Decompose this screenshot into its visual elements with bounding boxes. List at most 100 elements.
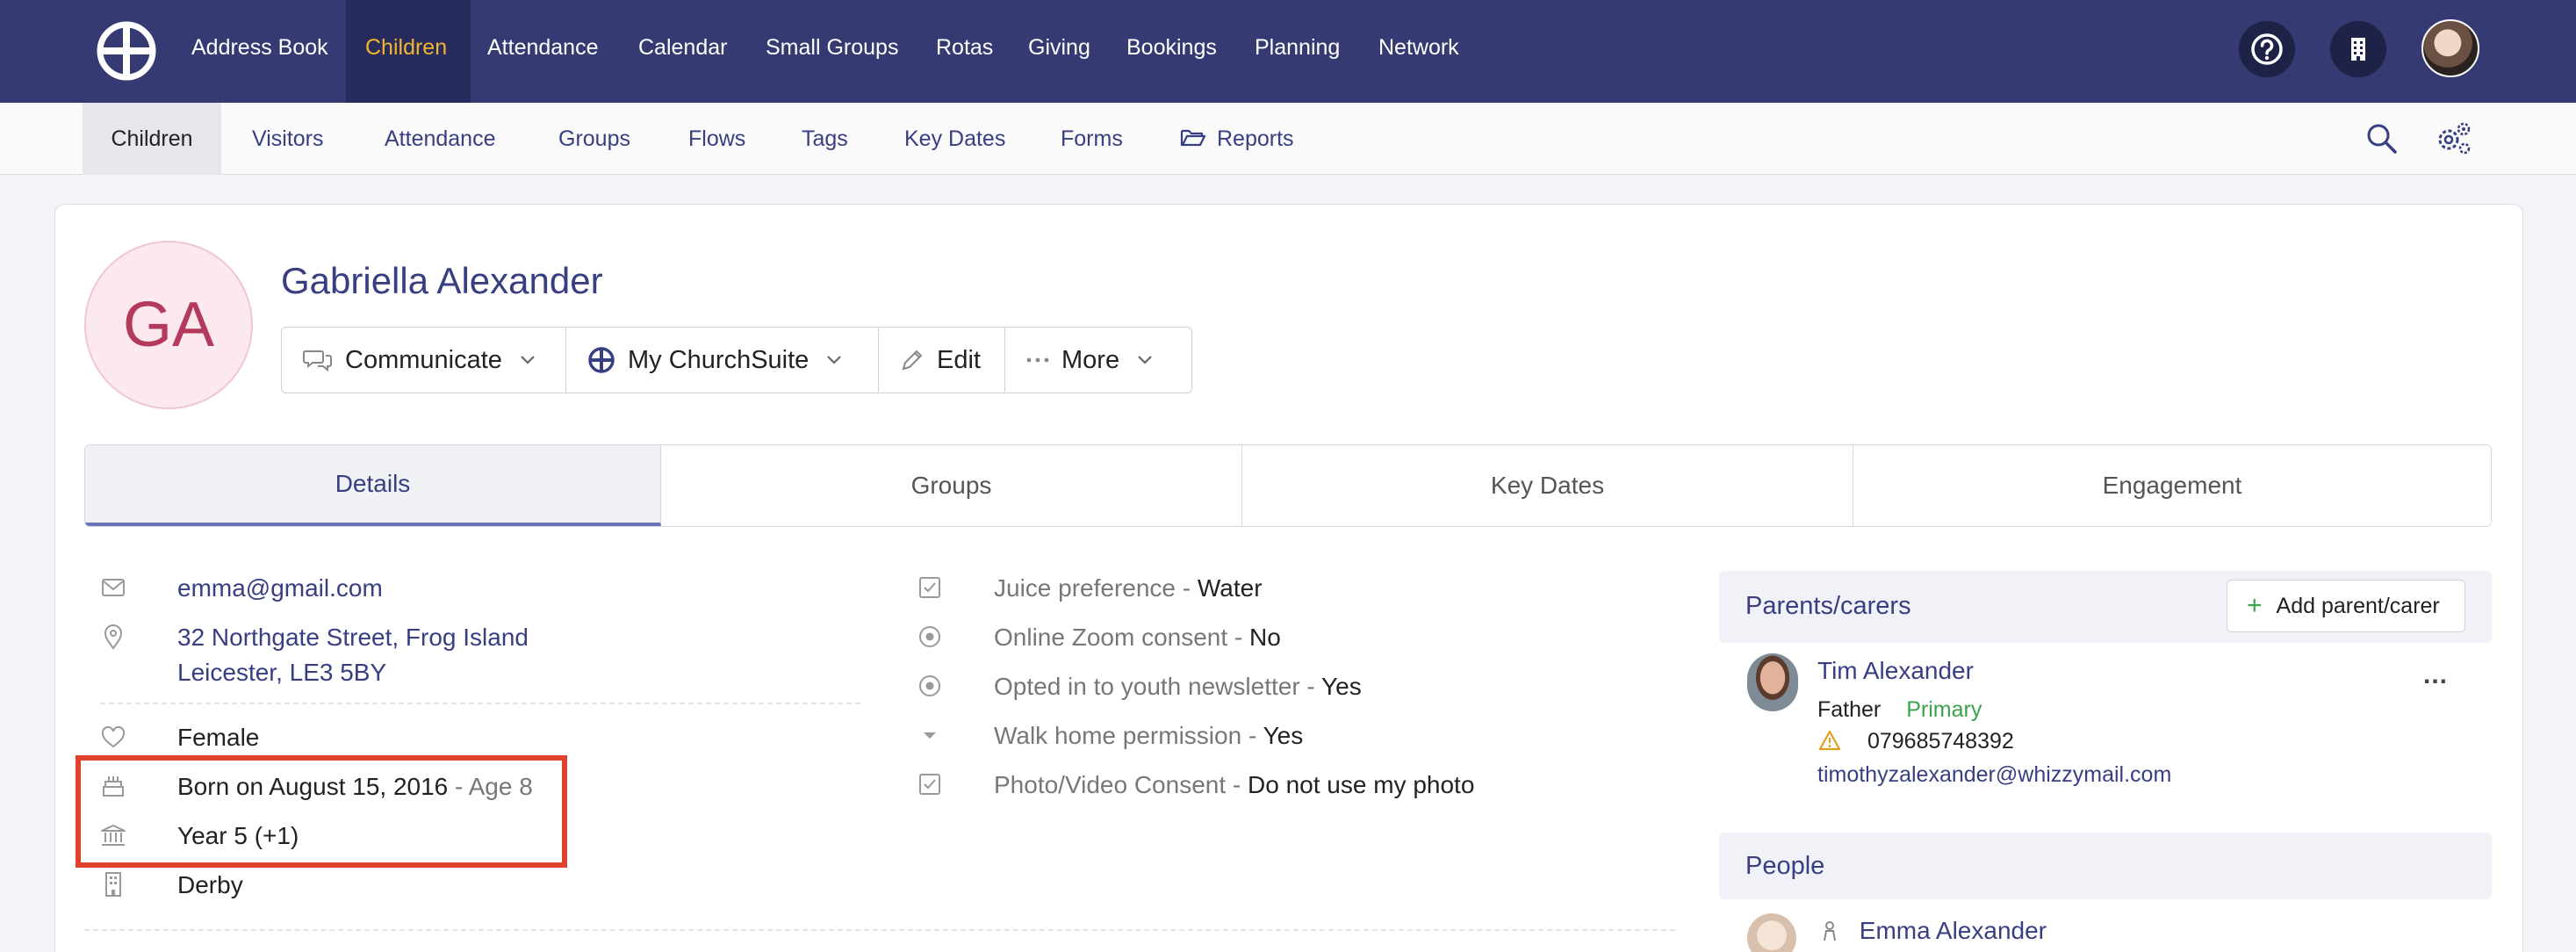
- nav-bookings[interactable]: Bookings: [1126, 0, 1217, 103]
- warning-icon: [1818, 730, 1841, 751]
- more-label: More: [1061, 345, 1120, 374]
- my-churchsuite-button[interactable]: My ChurchSuite: [566, 328, 879, 393]
- more-button[interactable]: More: [1005, 328, 1191, 393]
- field-label: Juice preference: [994, 574, 1176, 602]
- ellipsis-icon: [1026, 357, 1049, 363]
- nav-giving[interactable]: Giving: [1028, 0, 1090, 103]
- address-line-1[interactable]: 32 Northgate Street, Frog Island: [177, 622, 529, 653]
- add-parent-carer-button[interactable]: + Add parent/carer: [2227, 580, 2465, 632]
- envelope-icon: [102, 579, 125, 596]
- plus-icon: +: [2247, 591, 2263, 620]
- field-label: Walk home permission: [994, 722, 1242, 749]
- subnav-visitors[interactable]: Visitors: [252, 103, 324, 175]
- carer-more-menu[interactable]: ...: [2423, 660, 2448, 690]
- chevron-down-icon: [521, 356, 535, 364]
- subnav-forms[interactable]: Forms: [1061, 103, 1123, 175]
- nav-calendar[interactable]: Calendar: [638, 0, 727, 103]
- module-subnavigation: Children Visitors Attendance Groups Flow…: [0, 103, 2576, 175]
- carer-avatar[interactable]: [1747, 653, 1798, 711]
- sites-button[interactable]: [2330, 21, 2386, 77]
- radio-icon: [919, 626, 940, 647]
- churchsuite-logo-icon[interactable]: [97, 21, 156, 81]
- edit-label: Edit: [937, 345, 981, 374]
- user-avatar[interactable]: [2421, 19, 2479, 77]
- heart-icon: [101, 725, 126, 748]
- checkbox-icon: [919, 577, 940, 598]
- field-value: No: [1249, 624, 1281, 651]
- field-value: Water: [1197, 574, 1263, 602]
- profile-action-bar: Communicate My ChurchSuite Edit More: [281, 327, 1192, 393]
- email-link[interactable]: emma@gmail.com: [177, 573, 383, 604]
- phone-number[interactable]: 079685748392: [1867, 729, 2014, 754]
- chevron-down-icon: [827, 356, 842, 364]
- parents-carers-title: Parents/carers: [1745, 592, 1911, 620]
- person-name[interactable]: Emma Alexander: [1860, 917, 2047, 944]
- subnav-children[interactable]: Children: [83, 103, 221, 175]
- chat-bubbles-icon: [303, 350, 332, 372]
- carer-name: Tim Alexander: [1817, 657, 1974, 684]
- help-button[interactable]: [2239, 21, 2295, 77]
- field-value: Yes: [1263, 722, 1304, 749]
- nav-small-groups[interactable]: Small Groups: [766, 0, 898, 103]
- subnav-groups[interactable]: Groups: [558, 103, 630, 175]
- edit-button[interactable]: Edit: [879, 328, 1005, 393]
- nav-attendance[interactable]: Attendance: [487, 0, 599, 103]
- subnav-attendance[interactable]: Attendance: [385, 103, 496, 175]
- field-label: Opted in to youth newsletter: [994, 673, 1300, 700]
- building-icon: [2351, 38, 2365, 61]
- dropdown-caret-icon: [924, 732, 936, 739]
- communicate-label: Communicate: [345, 345, 502, 374]
- child-icon: [1824, 921, 1836, 941]
- tab-key-dates[interactable]: Key Dates: [1242, 445, 1853, 526]
- address-line-2[interactable]: Leicester, LE3 5BY: [177, 657, 386, 689]
- field-value: Do not use my photo: [1248, 771, 1475, 798]
- nav-rotas[interactable]: Rotas: [936, 0, 993, 103]
- field-label: Online Zoom consent: [994, 624, 1228, 651]
- profile-tabs: Details Groups Key Dates Engagement: [84, 444, 2492, 527]
- section-divider: [84, 929, 1675, 931]
- subnav-reports-label: Reports: [1217, 126, 1294, 151]
- carer-phone: 079685748392: [1817, 729, 2014, 754]
- primary-badge: Primary: [1906, 697, 1982, 722]
- people-title: People: [1745, 852, 1825, 880]
- chevron-down-icon: [1138, 356, 1152, 364]
- top-navigation: Address Book Children Attendance Calenda…: [0, 0, 2576, 103]
- settings-gears-icon[interactable]: [2434, 120, 2472, 157]
- my-churchsuite-label: My ChurchSuite: [628, 345, 809, 374]
- tab-engagement[interactable]: Engagement: [1853, 445, 2491, 526]
- tab-groups[interactable]: Groups: [661, 445, 1242, 526]
- nav-network[interactable]: Network: [1378, 0, 1459, 103]
- communicate-button[interactable]: Communicate: [282, 328, 566, 393]
- building-icon: [105, 872, 121, 897]
- highlight-annotation-box: [76, 755, 567, 868]
- folder-open-icon: [1180, 129, 1206, 147]
- pencil-icon: [902, 350, 923, 371]
- details-divider: [100, 703, 860, 704]
- relation-label: Father: [1817, 697, 1882, 722]
- radio-icon: [919, 675, 940, 696]
- site-value: Derby: [177, 871, 243, 898]
- field-label: Photo/Video Consent: [994, 771, 1227, 798]
- carer-relation: Father Primary: [1817, 697, 1982, 723]
- sex-value: Female: [177, 724, 260, 751]
- nav-children[interactable]: Children: [346, 0, 471, 103]
- add-parent-carer-label: Add parent/carer: [2276, 593, 2440, 618]
- nav-planning[interactable]: Planning: [1255, 0, 1340, 103]
- subnav-tags[interactable]: Tags: [802, 103, 848, 175]
- tab-details[interactable]: Details: [85, 445, 661, 526]
- map-pin-icon: [104, 624, 123, 650]
- subnav-reports[interactable]: Reports: [1180, 103, 1294, 175]
- carer-email: timothyzalexander@whizzymail.com: [1817, 762, 2172, 787]
- person-row: Emma Alexander: [1821, 917, 2047, 945]
- subnav-flows[interactable]: Flows: [688, 103, 745, 175]
- churchsuite-icon: [588, 347, 615, 373]
- nav-address-book[interactable]: Address Book: [191, 0, 328, 103]
- search-icon[interactable]: [2365, 122, 2399, 155]
- field-value: Yes: [1321, 673, 1362, 700]
- profile-name: Gabriella Alexander: [281, 260, 603, 301]
- help-icon: [2251, 33, 2283, 65]
- people-header: People: [1719, 833, 2492, 899]
- checkbox-icon: [919, 774, 940, 795]
- profile-initials-avatar: GA: [84, 241, 253, 409]
- subnav-key-dates[interactable]: Key Dates: [904, 103, 1005, 175]
